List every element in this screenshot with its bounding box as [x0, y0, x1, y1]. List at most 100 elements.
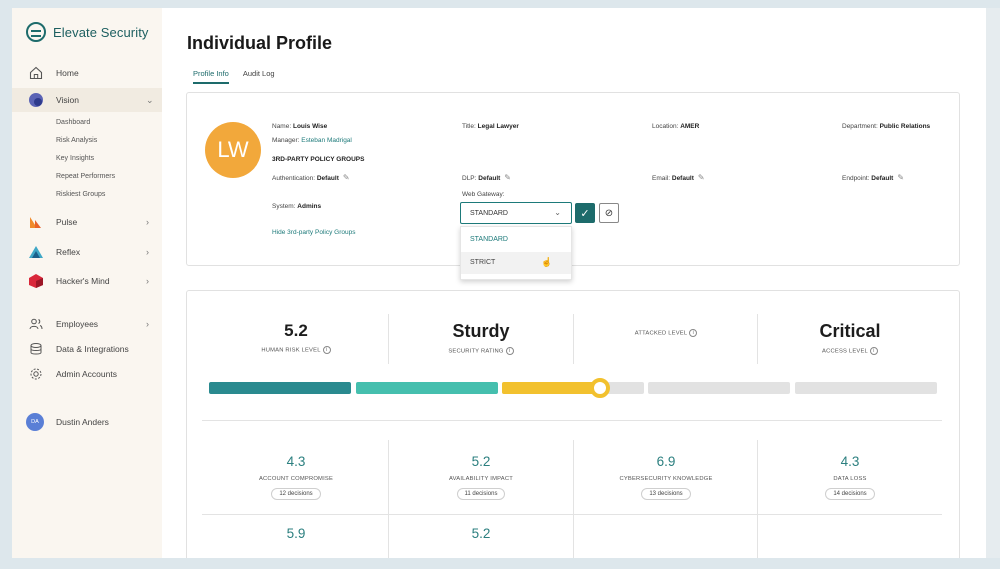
security-rating-label: SECURITY RATING	[448, 348, 504, 355]
elevate-logo-icon	[26, 22, 46, 42]
name-field: Name: Louis Wise	[272, 123, 328, 130]
authentication-field: Authentication: Default ✎	[272, 173, 350, 182]
edit-pencil-icon[interactable]: ✎	[897, 173, 904, 182]
tab-profile-info[interactable]: Profile Info	[193, 69, 229, 84]
edit-pencil-icon[interactable]: ✎	[504, 173, 511, 182]
sidebar-item-label: Vision	[56, 95, 79, 105]
pulse-icon	[28, 214, 44, 230]
attacked-level-metric: ATTACKED LEVEL i	[574, 324, 758, 337]
check-icon: ✓	[580, 207, 590, 220]
cancel-icon: ⊘	[604, 207, 614, 219]
access-level-label: ACCESS LEVEL	[822, 348, 868, 355]
app-window: Elevate Security Home Vision ⌄ Dashboard…	[12, 8, 986, 558]
confirm-button[interactable]: ✓	[575, 203, 595, 223]
decisions-badge[interactable]: 13 decisions	[641, 488, 691, 500]
sidebar-sub-riskiest-groups[interactable]: Riskiest Groups	[56, 191, 105, 198]
hide-policy-groups-link[interactable]: Hide 3rd-party Policy Groups	[272, 229, 355, 236]
info-icon[interactable]: i	[322, 346, 331, 354]
info-icon[interactable]: i	[505, 347, 514, 355]
sidebar-item-data-integrations[interactable]: Data & Integrations	[12, 340, 162, 358]
sidebar-user[interactable]: DA Dustin Anders	[12, 412, 162, 432]
system-field: System: Admins	[272, 203, 322, 210]
email-field: Email: Default ✎	[652, 173, 705, 182]
risk-scale-segment	[648, 382, 790, 394]
window-edge	[986, 8, 1000, 558]
cancel-button[interactable]: ⊘	[599, 203, 619, 223]
submetric-cybersecurity-knowledge: 6.9 CYBERSECURITY KNOWLEDGE 13 decisions	[574, 454, 758, 500]
decisions-badge[interactable]: 12 decisions	[271, 488, 321, 500]
title-field: Title: Legal Lawyer	[462, 123, 519, 130]
hand-cursor-icon: ☝	[541, 257, 553, 267]
department-field: Department: Public Relations	[842, 123, 931, 130]
risk-scale-segment	[795, 382, 937, 394]
user-avatar: DA	[26, 413, 44, 431]
access-level-metric: Critical ACCESS LEVEL i	[758, 321, 942, 355]
sidebar-item-employees[interactable]: Employees ›	[12, 315, 162, 333]
vision-icon	[28, 92, 44, 108]
risk-scale-thumb[interactable]	[590, 378, 610, 398]
sidebar-item-vision[interactable]: Vision ⌄	[12, 88, 162, 112]
sidebar-item-hackers-mind[interactable]: Hacker's Mind ›	[12, 272, 162, 290]
logo-text: Elevate Security	[53, 24, 149, 40]
chevron-down-icon: ⌄	[146, 94, 154, 105]
security-rating-metric: Sturdy SECURITY RATING i	[389, 321, 573, 355]
sidebar-item-home[interactable]: Home	[12, 64, 162, 82]
sidebar-item-label: Pulse	[56, 217, 78, 227]
submetric-5: 5.9	[286, 526, 306, 541]
sidebar-item-label: Hacker's Mind	[56, 276, 110, 286]
sidebar-item-label: Reflex	[56, 247, 81, 257]
web-gateway-dropdown: STANDARD STRICT ☝	[460, 226, 572, 280]
dropdown-option-strict[interactable]: STRICT ☝	[461, 252, 571, 274]
chevron-right-icon: ›	[146, 247, 149, 257]
human-risk-label: HUMAN RISK LEVEL	[261, 347, 321, 354]
sidebar-item-admin-accounts[interactable]: Admin Accounts	[12, 365, 162, 383]
web-gateway-value: STANDARD	[470, 210, 508, 217]
web-gateway-label: Web Gateway:	[462, 191, 505, 198]
tab-audit-log[interactable]: Audit Log	[243, 69, 275, 84]
endpoint-field: Endpoint: Default ✎	[842, 173, 905, 182]
sidebar-item-label: Home	[56, 68, 79, 78]
divider	[573, 314, 574, 364]
edit-pencil-icon[interactable]: ✎	[343, 173, 350, 182]
sidebar-item-label: Employees	[56, 319, 99, 329]
info-icon[interactable]: i	[689, 329, 698, 337]
user-initials: DA	[31, 419, 39, 425]
web-gateway-select[interactable]: STANDARD ⌄	[460, 202, 572, 224]
reflex-icon	[28, 244, 44, 260]
sidebar: Elevate Security Home Vision ⌄ Dashboard…	[12, 8, 162, 558]
sidebar-sub-risk-analysis[interactable]: Risk Analysis	[56, 137, 97, 144]
data-integrations-icon	[28, 341, 44, 357]
user-name: Dustin Anders	[56, 417, 109, 427]
dlp-field: DLP: Default ✎	[462, 173, 511, 182]
manager-link[interactable]: Esteban Madrigal	[301, 137, 352, 144]
sidebar-sub-key-insights[interactable]: Key Insights	[56, 155, 94, 162]
decisions-badge[interactable]: 14 decisions	[825, 488, 875, 500]
sidebar-sub-repeat-performers[interactable]: Repeat Performers	[56, 173, 115, 180]
chevron-down-icon: ⌄	[554, 208, 561, 217]
info-icon[interactable]: i	[869, 347, 878, 355]
sidebar-sub-dashboard[interactable]: Dashboard	[56, 119, 90, 126]
policy-groups-heading: 3RD-PARTY POLICY GROUPS	[272, 156, 365, 163]
submetric-data-loss: 4.3 DATA LOSS 14 decisions	[758, 454, 942, 500]
logo[interactable]: Elevate Security	[26, 22, 149, 42]
chevron-right-icon: ›	[146, 276, 149, 286]
sidebar-item-label: Data & Integrations	[56, 344, 129, 354]
edit-pencil-icon[interactable]: ✎	[698, 173, 705, 182]
risk-scale-segment	[356, 382, 498, 394]
human-risk-value: 5.2	[284, 321, 308, 340]
submetric-account-compromise: 4.3 ACCOUNT COMPROMISE 12 decisions	[204, 454, 388, 500]
dropdown-option-standard[interactable]: STANDARD	[461, 229, 571, 251]
risk-scale-fill	[502, 382, 602, 394]
sidebar-item-pulse[interactable]: Pulse ›	[12, 213, 162, 231]
attacked-level-label: ATTACKED LEVEL	[634, 330, 688, 337]
hackers-mind-icon	[28, 273, 44, 289]
location-field: Location: AMER	[652, 123, 700, 130]
sidebar-item-reflex[interactable]: Reflex ›	[12, 243, 162, 261]
page-title: Individual Profile	[187, 33, 333, 53]
divider	[202, 420, 942, 421]
decisions-badge[interactable]: 11 decisions	[456, 488, 506, 500]
manager-field: Manager: Esteban Madrigal	[272, 137, 352, 144]
security-rating-value: Sturdy	[452, 321, 510, 341]
sidebar-item-label: Admin Accounts	[56, 369, 117, 379]
profile-initials: LW	[217, 137, 249, 162]
